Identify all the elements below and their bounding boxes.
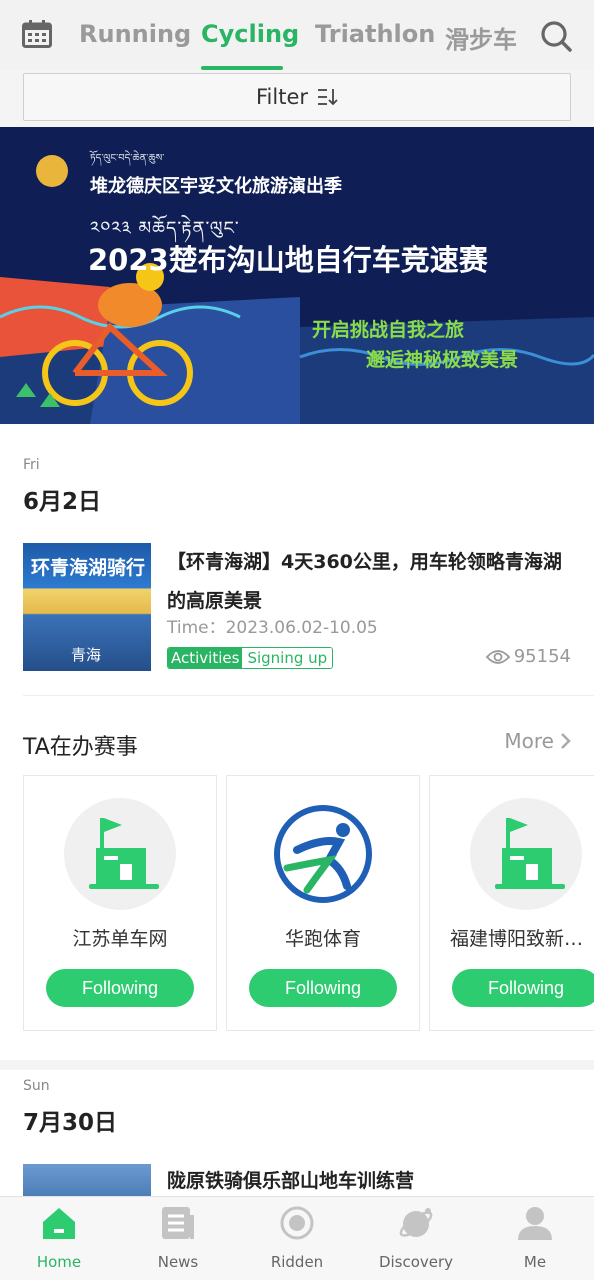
nav-ridden[interactable]: Ridden bbox=[238, 1197, 356, 1280]
more-label: More bbox=[504, 729, 554, 753]
divider bbox=[23, 695, 594, 696]
badge-type: Activities bbox=[168, 648, 243, 668]
bottom-nav: Home News Ridden Discovery Me bbox=[0, 1196, 594, 1280]
day-label: Sun bbox=[23, 1078, 50, 1094]
section-title: TA在办赛事 bbox=[23, 735, 138, 760]
active-tab-indicator bbox=[201, 66, 283, 70]
event-title: 陇原铁骑俱乐部山地车训练营 bbox=[167, 1170, 415, 1192]
discovery-icon bbox=[399, 1208, 433, 1237]
event-card[interactable]: 陇原铁骑俱乐部山地车训练营 bbox=[23, 1164, 571, 1196]
event-list: Fri 6月2日 环青海湖骑行 青海 【环青海湖】4天360公里，用车轮领略青海… bbox=[0, 424, 594, 1196]
organizer-card[interactable]: 江苏单车网 Following bbox=[23, 775, 217, 1031]
thumbnail-caption: 青海 bbox=[71, 646, 102, 664]
event-title: 【环青海湖】4天360公里，用车轮领略青海湖的高原美景 bbox=[167, 551, 562, 612]
tab-cycling[interactable]: Cycling bbox=[201, 20, 299, 48]
news-icon bbox=[162, 1207, 194, 1239]
day-label: Fri bbox=[23, 457, 40, 473]
banner-title: 2023楚布沟山地自行车竞速赛 bbox=[88, 243, 488, 277]
nav-discovery[interactable]: Discovery bbox=[357, 1197, 475, 1280]
tab-running[interactable]: Running bbox=[79, 20, 191, 48]
organizer-name: 福建博阳致新… bbox=[450, 928, 584, 950]
banner-slogan-1: 开启挑战自我之旅 bbox=[312, 319, 465, 341]
event-time: Time：2023.06.02-10.05 bbox=[167, 618, 378, 638]
filter-label: Filter bbox=[255, 85, 308, 109]
view-count-value: 95154 bbox=[513, 646, 571, 667]
banner-slogan-2: 邂逅神秘极致美景 bbox=[366, 349, 519, 371]
ridden-icon bbox=[280, 1206, 314, 1240]
date-heading: 6月2日 bbox=[23, 489, 102, 515]
calendar-icon[interactable] bbox=[22, 20, 52, 48]
date-heading: 7月30日 bbox=[23, 1110, 118, 1136]
search-icon[interactable] bbox=[540, 20, 572, 52]
nav-label: Discovery bbox=[378, 1253, 454, 1271]
tab-balance-bike[interactable]: 滑步车 bbox=[445, 20, 517, 55]
organizer-card[interactable]: 华跑体育 Following bbox=[226, 775, 420, 1031]
promo-banner[interactable]: ཏོད་ལུང་བདེ་ཆེན་ཆུས་ 堆龙德庆区宇妥文化旅游演出季 ༢༠༢༣… bbox=[0, 127, 594, 424]
sort-filter-icon bbox=[318, 89, 338, 106]
view-count: 95154 bbox=[485, 646, 571, 667]
nav-news[interactable]: News bbox=[119, 1197, 237, 1280]
me-icon bbox=[518, 1207, 552, 1240]
section-separator bbox=[0, 1060, 594, 1070]
nav-label: News bbox=[157, 1253, 199, 1271]
event-card[interactable]: 环青海湖骑行 青海 【环青海湖】4天360公里，用车轮领略青海湖的高原美景 Ti… bbox=[23, 543, 571, 673]
badge-status: Signing up bbox=[242, 648, 333, 668]
organizer-card[interactable]: 福建博阳致新… Following bbox=[429, 775, 594, 1031]
banner-subtitle: 堆龙德庆区宇妥文化旅游演出季 bbox=[90, 176, 342, 197]
following-button[interactable]: Following bbox=[452, 969, 594, 1007]
nav-label: Ridden bbox=[270, 1253, 324, 1271]
top-tab-bar: Running Cycling Triathlon 滑步车 bbox=[0, 0, 594, 70]
thumbnail-title: 环青海湖骑行 bbox=[31, 557, 146, 579]
nav-me[interactable]: Me bbox=[476, 1197, 594, 1280]
flag-building-icon bbox=[64, 798, 176, 910]
home-icon bbox=[43, 1208, 75, 1239]
nav-home[interactable]: Home bbox=[0, 1197, 118, 1280]
eye-icon bbox=[485, 649, 510, 664]
flag-building-icon bbox=[470, 798, 582, 910]
nav-label: Me bbox=[523, 1253, 547, 1271]
organizer-name: 江苏单车网 bbox=[72, 928, 168, 950]
event-thumbnail: 环青海湖骑行 青海 bbox=[23, 543, 151, 671]
filter-button[interactable]: Filter bbox=[23, 73, 571, 121]
following-button[interactable]: Following bbox=[46, 969, 194, 1007]
more-link[interactable]: More bbox=[504, 729, 572, 753]
nav-label: Home bbox=[36, 1253, 82, 1271]
status-badge: Activities Signing up bbox=[167, 647, 334, 669]
runner-logo-icon bbox=[267, 798, 379, 910]
tab-triathlon[interactable]: Triathlon bbox=[315, 20, 435, 48]
banner-tibetan-top: ཏོད་ལུང་བདེ་ཆེན་ཆུས་ bbox=[90, 153, 165, 164]
following-button[interactable]: Following bbox=[249, 969, 397, 1007]
event-thumbnail bbox=[23, 1164, 151, 1196]
chevron-right-icon bbox=[561, 733, 571, 749]
organizer-name: 华跑体育 bbox=[284, 928, 361, 950]
